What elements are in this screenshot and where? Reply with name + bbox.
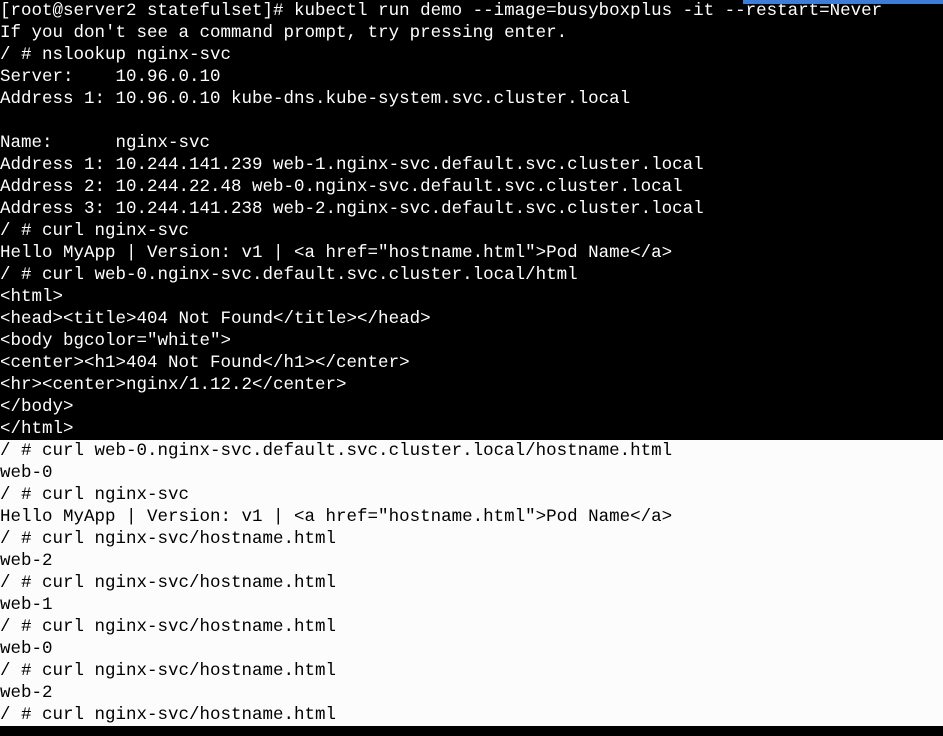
terminal-line: / # nslookup nginx-svc — [0, 44, 943, 66]
terminal-line: <hr><center>nginx/1.12.2</center> — [0, 374, 943, 396]
terminal-line: / # curl nginx-svc/hostname.html — [0, 528, 943, 550]
terminal-line: Address 1: 10.244.141.239 web-1.nginx-sv… — [0, 154, 943, 176]
terminal-block-dark: [root@server2 statefulset]# kubectl run … — [0, 0, 943, 440]
terminal-block-light: / # curl web-0.nginx-svc.default.svc.clu… — [0, 440, 943, 726]
terminal-line: Hello MyApp | Version: v1 | <a href="hos… — [0, 506, 943, 528]
terminal-line: If you don't see a command prompt, try p… — [0, 22, 943, 44]
terminal-line: <body bgcolor="white"> — [0, 330, 943, 352]
terminal-line: / # curl web-0.nginx-svc.default.svc.clu… — [0, 264, 943, 286]
terminal-line: Address 2: 10.244.22.48 web-0.nginx-svc.… — [0, 176, 943, 198]
title-bar-highlight — [743, 0, 943, 4]
terminal-line: / # curl nginx-svc/hostname.html — [0, 572, 943, 594]
terminal-line: web-2 — [0, 550, 943, 572]
terminal-line: web-1 — [0, 594, 943, 616]
terminal-line: </html> — [0, 418, 943, 440]
terminal-line: / # curl nginx-svc — [0, 220, 943, 242]
terminal-output[interactable]: [root@server2 statefulset]# kubectl run … — [0, 0, 943, 726]
terminal-line: / # curl nginx-svc/hostname.html — [0, 704, 943, 726]
terminal-line: web-0 — [0, 638, 943, 660]
terminal-line: / # curl nginx-svc/hostname.html — [0, 660, 943, 682]
terminal-line: / # curl web-0.nginx-svc.default.svc.clu… — [0, 440, 943, 462]
terminal-line: web-0 — [0, 462, 943, 484]
terminal-line: Server: 10.96.0.10 — [0, 66, 943, 88]
terminal-line: / # curl nginx-svc — [0, 484, 943, 506]
terminal-line: <center><h1>404 Not Found</h1></center> — [0, 352, 943, 374]
terminal-line: web-2 — [0, 682, 943, 704]
terminal-line: Address 3: 10.244.141.238 web-2.nginx-sv… — [0, 198, 943, 220]
terminal-line: <html> — [0, 286, 943, 308]
terminal-line: <head><title>404 Not Found</title></head… — [0, 308, 943, 330]
terminal-line: / # curl nginx-svc/hostname.html — [0, 616, 943, 638]
terminal-line — [0, 110, 943, 132]
terminal-line: Address 1: 10.96.0.10 kube-dns.kube-syst… — [0, 88, 943, 110]
terminal-line: Hello MyApp | Version: v1 | <a href="hos… — [0, 242, 943, 264]
terminal-line: </body> — [0, 396, 943, 418]
terminal-line: Name: nginx-svc — [0, 132, 943, 154]
